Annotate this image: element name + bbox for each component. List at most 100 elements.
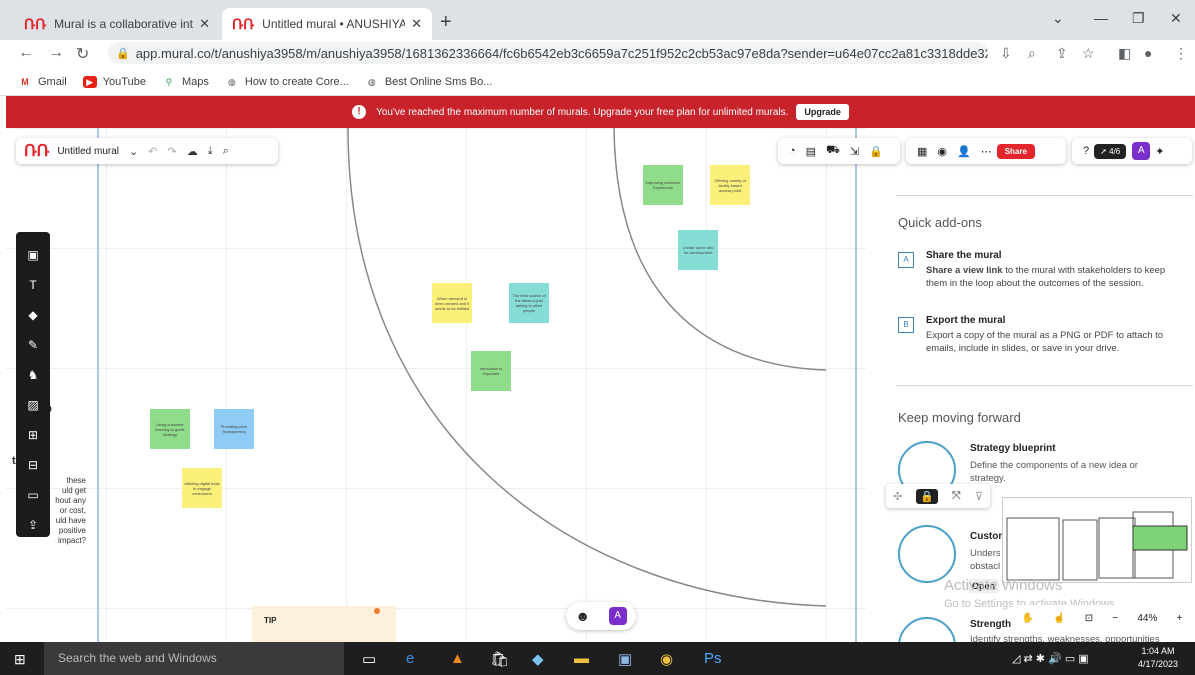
- install-icon[interactable]: ⇩: [1000, 45, 1012, 62]
- store-icon[interactable]: 🛍: [490, 650, 509, 668]
- close-tab-icon[interactable]: ✕: [199, 16, 210, 32]
- pointer-icon[interactable]: ☝: [1053, 613, 1065, 624]
- tab-untitled-mural[interactable]: ՌՌ Untitled mural • ANUSHIYA ✕: [222, 8, 432, 40]
- avatar[interactable]: A: [1132, 142, 1151, 160]
- addon-share[interactable]: A Share the mural Share a view link to t…: [898, 250, 1188, 290]
- outline-icon[interactable]: ⛟: [826, 144, 840, 158]
- share-button[interactable]: Share: [996, 143, 1035, 159]
- frameworks-icon[interactable]: ⊟: [28, 450, 38, 480]
- close-window-button[interactable]: ✕: [1170, 10, 1182, 27]
- activity-icon[interactable]: ◉: [937, 145, 947, 158]
- more-icon[interactable]: ⋯: [981, 145, 992, 158]
- expand-icon[interactable]: ⤧: [952, 490, 961, 503]
- timer-icon[interactable]: ◔: [789, 145, 796, 157]
- reload-icon[interactable]: ↻: [76, 44, 89, 64]
- sticky-note[interactable]: Providing price Transparency: [214, 409, 254, 449]
- summon-icon[interactable]: ⇲: [850, 145, 859, 158]
- sticky-note[interactable]: When demand is been created and it needs…: [432, 283, 472, 323]
- text-icon[interactable]: T: [29, 270, 36, 300]
- zoom-in-button[interactable]: +: [1177, 613, 1183, 624]
- fit-icon[interactable]: ⊡: [1085, 613, 1093, 624]
- maximize-button[interactable]: ❐: [1132, 10, 1145, 27]
- url-field[interactable]: 🔒 app.mural.co/t/anushiya3958/m/anushiya…: [108, 42, 988, 64]
- minimap[interactable]: [1002, 497, 1192, 583]
- chevron-down-icon[interactable]: ⌄: [129, 145, 138, 158]
- clock[interactable]: 1:04 AM 4/17/2023: [1138, 645, 1178, 671]
- mural-canvas[interactable]: Improving customer Experience Offering v…: [6, 128, 866, 642]
- forward-icon[interactable]: →: [48, 44, 64, 62]
- edge-icon[interactable]: e: [406, 650, 414, 667]
- sticky-note[interactable]: Improving customer Experience: [643, 165, 683, 205]
- sticky-note[interactable]: Offering variety of facility based acces…: [710, 165, 750, 205]
- taskbar-search[interactable]: Search the web and Windows: [44, 642, 344, 675]
- hand-icon[interactable]: ✋: [1022, 613, 1034, 624]
- pen-icon[interactable]: ✎: [28, 330, 38, 360]
- share-page-icon[interactable]: ⇪: [1056, 45, 1068, 62]
- new-tab-button[interactable]: +: [440, 11, 452, 34]
- move-icon[interactable]: ✣: [893, 490, 902, 503]
- app-icon[interactable]: ▣: [618, 650, 632, 668]
- help-icon[interactable]: ?: [1083, 145, 1089, 157]
- task-view-icon[interactable]: ▭: [362, 650, 376, 668]
- shapes-icon[interactable]: ◆: [28, 300, 37, 330]
- archive-icon[interactable]: ▭: [27, 480, 38, 510]
- search-icon[interactable]: ⌕: [223, 145, 229, 158]
- windows-start-icon[interactable]: ⊞: [14, 651, 26, 668]
- file-explorer-icon[interactable]: ▬: [574, 650, 589, 667]
- bookmark-core[interactable]: ◍ How to create Core...: [224, 75, 349, 88]
- sticky-note[interactable]: Create some ads for development: [678, 230, 718, 270]
- redo-icon[interactable]: ↷: [167, 145, 176, 158]
- bookmark-maps[interactable]: ⚲ Maps: [161, 75, 209, 88]
- bookmark-star-icon[interactable]: ☆: [1082, 45, 1095, 62]
- bookmark-sms[interactable]: ◍ Best Online Sms Bo...: [364, 75, 492, 88]
- icons-icon[interactable]: ♞: [28, 360, 39, 390]
- mural-logo-icon[interactable]: ՌՌ: [24, 141, 49, 161]
- blueprint-title[interactable]: Strength: [970, 619, 1011, 630]
- photoshop-icon[interactable]: Ps: [704, 650, 722, 667]
- zoom-level[interactable]: 44%: [1137, 613, 1157, 624]
- minimize-button[interactable]: —: [1094, 10, 1108, 26]
- download-icon[interactable]: ⤓: [208, 145, 213, 158]
- bookmark-gmail[interactable]: M Gmail: [18, 75, 67, 88]
- avatar[interactable]: A: [608, 607, 627, 625]
- blueprint-title[interactable]: Strategy blueprint: [970, 443, 1056, 454]
- sticky-note-icon[interactable]: ▣: [27, 240, 38, 270]
- filter-icon[interactable]: ⊽: [975, 490, 983, 503]
- sticky-note[interactable]: The best source of the ideas is just tal…: [509, 283, 549, 323]
- comment-icon[interactable]: ▤: [806, 145, 816, 158]
- cloud-icon[interactable]: ☁: [187, 145, 198, 158]
- tip-card[interactable]: TIP: [252, 606, 396, 642]
- sticky-note[interactable]: Utilizing digital tools to engage consum…: [182, 468, 222, 508]
- tab-search-icon[interactable]: ⌄: [1052, 10, 1064, 27]
- reaction-icon[interactable]: ☻: [575, 608, 590, 624]
- chrome-icon[interactable]: ◉: [660, 650, 673, 668]
- sticky-note[interactable]: Using customer learning to guide strateg…: [150, 409, 190, 449]
- progress-button[interactable]: ➚ 4/6: [1094, 143, 1127, 159]
- upgrade-button[interactable]: Upgrade: [796, 104, 849, 120]
- members-icon[interactable]: 👤: [957, 145, 971, 158]
- templates-icon[interactable]: ⊞: [28, 420, 38, 450]
- profile-avatar[interactable]: ●: [1144, 45, 1152, 61]
- bookmark-youtube[interactable]: ▶ YouTube: [82, 75, 146, 88]
- sticky-note[interactable]: Innovation is important: [471, 351, 511, 391]
- tab-mural-home[interactable]: ՌՌ Mural is a collaborative intelligen ✕: [14, 8, 220, 40]
- image-icon[interactable]: ▨: [27, 390, 38, 420]
- undo-icon[interactable]: ↶: [148, 145, 157, 158]
- app-icon[interactable]: ◆: [532, 650, 544, 668]
- mural-name[interactable]: Untitled mural: [57, 146, 119, 157]
- sparkle-icon[interactable]: ✦: [1155, 145, 1164, 158]
- zoom-icon[interactable]: ⌕: [1028, 45, 1036, 62]
- back-icon[interactable]: ←: [18, 44, 34, 62]
- lock-icon[interactable]: 🔒: [869, 145, 883, 158]
- side-panel-icon[interactable]: ◧: [1118, 45, 1131, 62]
- layers-icon[interactable]: ▦: [917, 145, 927, 158]
- system-tray-icons[interactable]: ◿ ⇄ ✱ 🔊 ▭ ▣: [1012, 652, 1089, 665]
- zoom-out-button[interactable]: −: [1112, 613, 1118, 624]
- vlc-icon[interactable]: ▲: [450, 650, 465, 667]
- menu-kebab-icon[interactable]: ⋮: [1174, 45, 1188, 62]
- addon-export[interactable]: B Export the mural Export a copy of the …: [898, 315, 1188, 355]
- close-tab-icon[interactable]: ✕: [411, 16, 422, 32]
- upload-icon[interactable]: ⇪: [28, 510, 38, 540]
- lock-icon[interactable]: 🔒: [916, 488, 938, 504]
- blueprint-title[interactable]: Custon: [970, 531, 1004, 542]
